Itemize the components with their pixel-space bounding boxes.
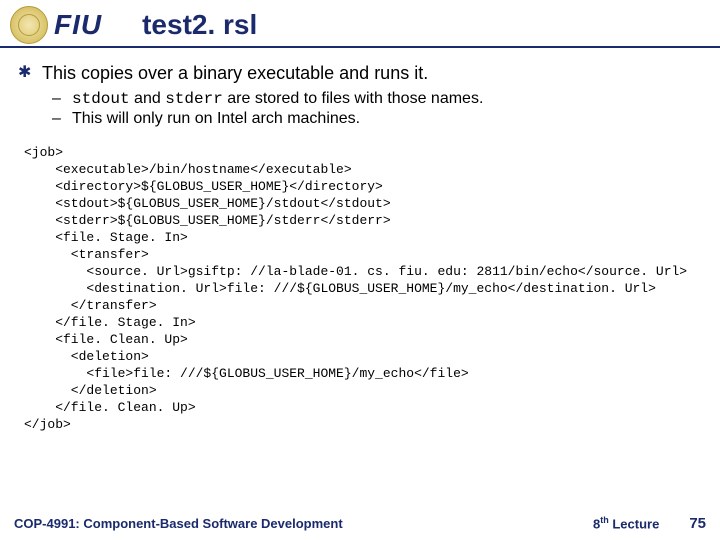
footer: COP-4991: Component-Based Software Devel…	[14, 515, 706, 532]
sub1-post: are stored to files with those names.	[223, 90, 484, 107]
lecture-label: Lecture	[609, 516, 660, 531]
lecture-ordinal: th	[600, 515, 609, 525]
bullet-icon: ✱	[18, 62, 32, 84]
slide-title: test2. rsl	[122, 9, 257, 41]
seal-icon	[10, 6, 48, 44]
sub1-mid: and	[130, 90, 166, 107]
bullet-sub-2: – This will only run on Intel arch machi…	[52, 110, 702, 128]
bullet-main: ✱ This copies over a binary executable a…	[18, 62, 702, 84]
bullet-sub-2-text: This will only run on Intel arch machine…	[72, 110, 360, 128]
slide: FIU test2. rsl ✱ This copies over a bina…	[0, 0, 720, 540]
bullet-main-text: This copies over a binary executable and…	[42, 62, 428, 84]
page-number: 75	[689, 515, 706, 532]
code-inline-stdout: stdout	[72, 90, 130, 108]
dash-icon: –	[52, 90, 66, 108]
dash-icon: –	[52, 110, 66, 128]
code-block: <job> <executable>/bin/hostname</executa…	[18, 130, 702, 433]
logo: FIU	[10, 6, 102, 44]
footer-left: COP-4991: Component-Based Software Devel…	[14, 516, 593, 531]
bullet-sub-1-text: stdout and stderr are stored to files wi…	[72, 90, 483, 108]
bullet-sub-1: – stdout and stderr are stored to files …	[52, 90, 702, 108]
header: FIU test2. rsl	[0, 0, 720, 48]
footer-mid: 8th Lecture	[593, 515, 659, 531]
logo-text: FIU	[54, 9, 102, 41]
code-inline-stderr: stderr	[165, 90, 223, 108]
body: ✱ This copies over a binary executable a…	[0, 48, 720, 433]
